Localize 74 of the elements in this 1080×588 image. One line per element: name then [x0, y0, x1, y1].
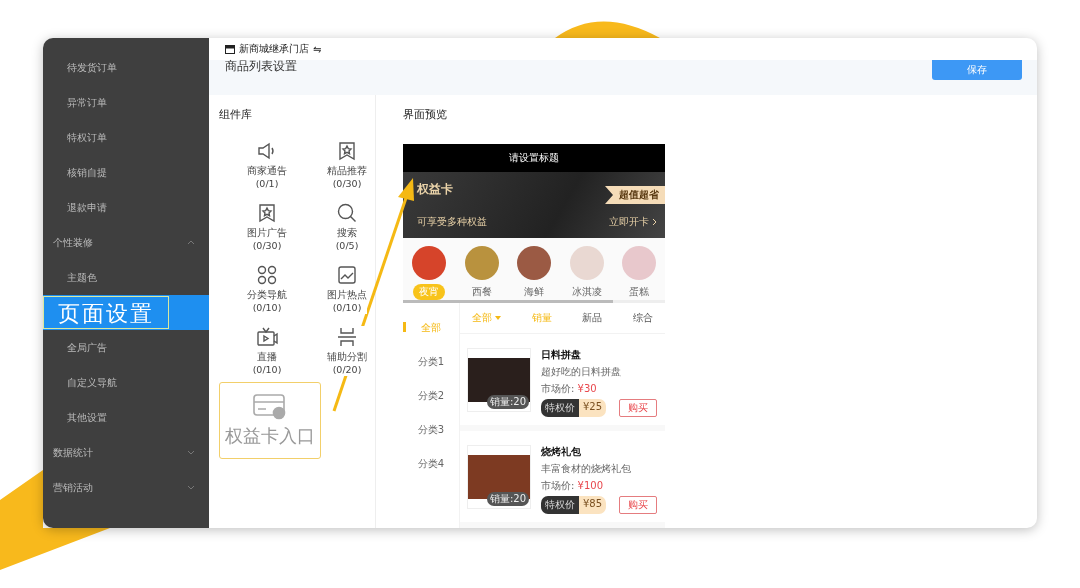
picture-icon [336, 264, 358, 286]
privilege-label: 特权价 [541, 399, 579, 417]
privilege-label: 特权价 [541, 496, 579, 514]
category-item[interactable]: 冰淇凌 [560, 246, 613, 300]
card-subtitle: 可享受多种权益 [417, 215, 487, 230]
sidebar-item[interactable]: 全局广告 [43, 330, 209, 365]
component-item[interactable]: 辅助分割 (0/20) [327, 326, 367, 376]
food-photo [622, 246, 656, 280]
component-item[interactable]: 图片热点 (0/10) [327, 264, 367, 314]
preview-title: 界面预览 [403, 107, 448, 122]
search-icon [336, 202, 358, 224]
tv-icon [256, 326, 278, 348]
sidebar-item[interactable]: 主题色 [43, 260, 209, 295]
chevron-right-icon [652, 218, 657, 227]
side-category[interactable]: 分类3 [403, 413, 459, 447]
sidebar-item[interactable]: 待发货订单 [43, 50, 209, 85]
sidebar-item[interactable]: 核销自提 [43, 155, 209, 190]
sort-tab[interactable]: 综合 [632, 311, 653, 325]
sidebar-item[interactable]: 特权订单 [43, 120, 209, 155]
buy-button[interactable]: 购买 [619, 399, 657, 417]
food-photo [412, 246, 446, 280]
food-photo [569, 246, 604, 280]
product-name: 日料拼盘 [541, 348, 582, 362]
sidebar-item[interactable]: 退款申请 [43, 190, 209, 225]
food-photo [464, 246, 499, 280]
component-item[interactable]: 商家通告 (0/1) [247, 140, 287, 190]
divider-icon [336, 326, 358, 348]
sort-tab[interactable]: 新品 [582, 311, 603, 325]
market-price-label: 市场价: [541, 383, 575, 394]
store-icon [225, 44, 235, 54]
open-card-link[interactable]: 立即开卡 [609, 215, 657, 230]
component-item[interactable]: 分类导航 (0/10) [247, 264, 287, 314]
sidebar-item[interactable]: 自定义导航 [43, 365, 209, 400]
sales-badge: 销量:20 [486, 395, 529, 409]
page-title: 商品列表设置 [225, 58, 297, 75]
side-category[interactable]: 分类1 [403, 345, 459, 379]
market-price: ¥30 [577, 383, 597, 394]
sidebar-item[interactable]: 数据统计 [43, 435, 209, 470]
category-item[interactable]: 蛋糕 [613, 246, 665, 300]
category-item[interactable]: 西餐 [455, 246, 508, 300]
side-category[interactable]: 分类2 [403, 379, 459, 413]
market-price: ¥100 [577, 480, 603, 491]
bookmark-icon [336, 140, 358, 162]
component-item[interactable]: 搜索 (0/5) [335, 202, 359, 252]
sidebar-item[interactable]: 异常订单 [43, 85, 209, 120]
market-price-label: 市场价: [541, 480, 575, 491]
grid-icon [256, 264, 278, 286]
privilege-price: ¥85 [579, 496, 607, 514]
switch-store-button[interactable]: ⇋ [313, 43, 322, 55]
sales-badge: 销量:20 [486, 492, 529, 506]
food-photo [517, 246, 551, 280]
membership-card: 权益卡 超值超省 可享受多种权益 立即开卡 [403, 172, 665, 238]
phone-header: 请设置标题 [403, 144, 665, 172]
sidebar-item[interactable]: 营销活动 [43, 470, 209, 505]
privilege-price: ¥25 [579, 399, 607, 417]
buy-button[interactable]: 购买 [619, 496, 657, 514]
side-category[interactable]: 分类4 [403, 447, 459, 481]
component-item[interactable]: 图片广告 (0/30) [247, 202, 287, 252]
card-icon [253, 393, 287, 420]
product-description: 丰富食材的烧烤礼包 [541, 462, 632, 476]
caret-icon [495, 316, 501, 320]
sidebar-item[interactable]: 页面设置 [43, 295, 209, 330]
component-item[interactable]: 直播 (0/10) [252, 326, 282, 376]
page-settings-callout: 页面设置 [43, 296, 169, 329]
product-description: 超好吃的日料拼盘 [541, 365, 622, 379]
product-name: 烧烤礼包 [541, 445, 582, 459]
store-name: 新商城继承门店 [239, 42, 309, 56]
save-button[interactable]: 保存 [932, 60, 1022, 80]
sidebar-item[interactable]: 个性装修 [43, 225, 209, 260]
sidebar-item[interactable]: 其他设置 [43, 400, 209, 435]
category-item[interactable]: 海鲜 [508, 246, 560, 300]
card-tag: 超值超省 [605, 186, 665, 204]
component-item[interactable]: 精品推荐 (0/30) [327, 140, 367, 190]
library-title: 组件库 [219, 107, 253, 122]
